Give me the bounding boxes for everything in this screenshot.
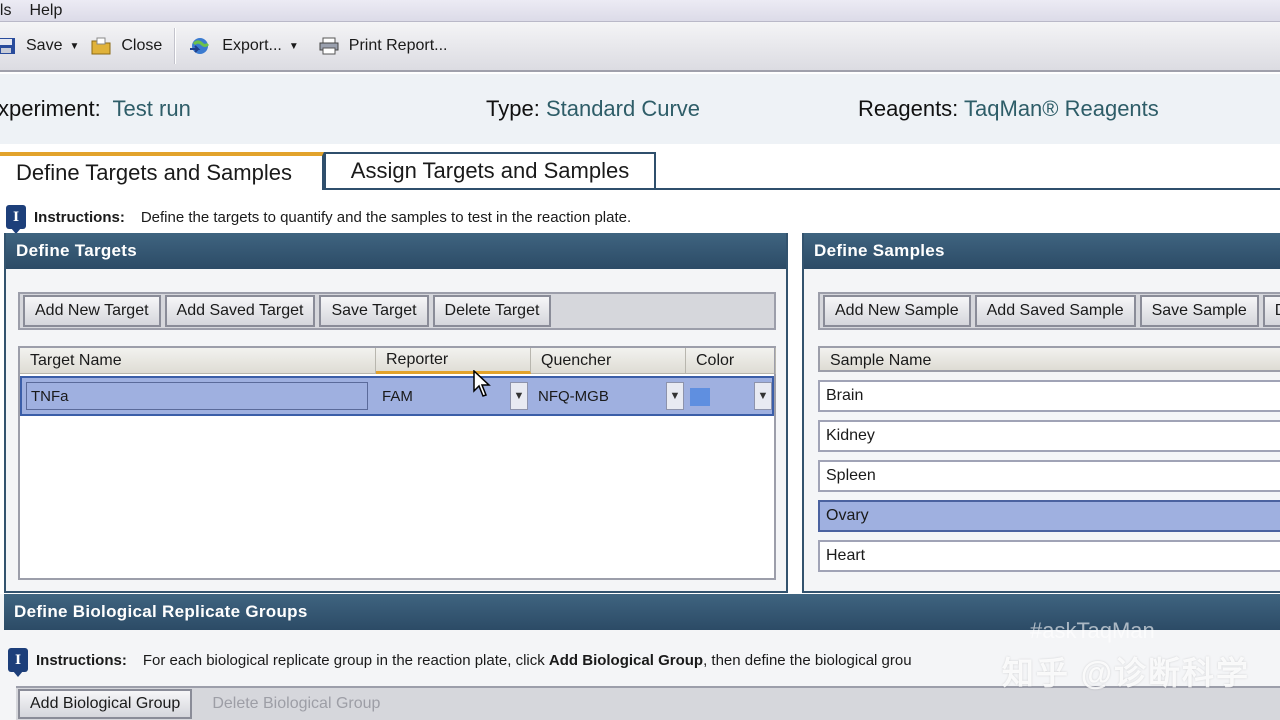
close-label: Close: [121, 37, 163, 54]
tab-assign-targets-samples[interactable]: Assign Targets and Samples: [324, 152, 656, 188]
toolbar-divider: [174, 28, 177, 64]
samples-table-header: Sample Name: [818, 346, 1280, 372]
target-name-input[interactable]: TNFa: [26, 382, 368, 410]
define-targets-title: Define Targets: [6, 233, 786, 269]
delete-sample-button[interactable]: D: [1262, 295, 1280, 327]
list-item[interactable]: Brain: [818, 380, 1280, 412]
mouse-cursor-icon: [473, 370, 491, 397]
menu-bar: ols Help: [0, 0, 1280, 22]
info-icon: I: [8, 648, 28, 677]
info-icon: I: [6, 205, 26, 234]
instructions-label: Instructions:: [34, 208, 125, 226]
targets-table-header: Target Name Reporter Quencher Color: [20, 348, 776, 374]
folder-icon: [91, 37, 111, 55]
add-biological-group-button[interactable]: Add Biological Group: [18, 689, 193, 719]
samples-table: Sample Name Brain Kidney Spleen Ovary He…: [818, 346, 1280, 580]
export-button[interactable]: Export... ▼: [182, 28, 304, 64]
column-color[interactable]: Color: [686, 348, 776, 374]
chevron-down-icon: ▼: [288, 40, 299, 52]
experiment-name: xperiment: Test run: [0, 96, 191, 121]
samples-button-bar: Add New Sample Add Saved Sample Save Sam…: [818, 292, 1280, 330]
chevron-down-icon[interactable]: ▼: [754, 382, 772, 410]
column-sample-name[interactable]: Sample Name: [820, 348, 1280, 374]
save-target-button[interactable]: Save Target: [319, 295, 429, 327]
print-report-label: Print Report...: [348, 37, 448, 54]
column-quencher[interactable]: Quencher: [531, 348, 686, 374]
instructions-text: Define the targets to quantify and the s…: [140, 208, 632, 226]
chevron-down-icon[interactable]: ▼: [510, 382, 528, 410]
column-reporter[interactable]: Reporter: [376, 348, 531, 374]
experiment-reagents: Reagents: TaqMan® Reagents: [858, 96, 1159, 121]
print-report-button[interactable]: Print Report...: [313, 28, 454, 64]
targets-table: Target Name Reporter Quencher Color TNFa…: [18, 346, 776, 580]
menu-help[interactable]: Help: [29, 2, 62, 20]
chevron-down-icon: ▼: [69, 40, 80, 52]
globe-export-icon: [190, 38, 210, 54]
bio-instructions-text: For each biological replicate group in t…: [142, 651, 912, 669]
instructions: I Instructions: Define the targets to qu…: [6, 205, 632, 234]
save-label: Save: [26, 37, 63, 54]
save-sample-button[interactable]: Save Sample: [1139, 295, 1259, 327]
delete-target-button[interactable]: Delete Target: [432, 295, 552, 327]
add-new-sample-button[interactable]: Add New Sample: [823, 295, 971, 327]
experiment-type: Type: Standard Curve: [486, 96, 701, 121]
add-new-target-button[interactable]: Add New Target: [23, 295, 161, 327]
toolbar: Save ▼ Close Export... ▼ Print Report...: [0, 22, 1280, 72]
save-button[interactable]: Save ▼: [0, 28, 85, 64]
watermark-faint: #askTaqMan: [1030, 618, 1155, 643]
menu-tools[interactable]: ols: [0, 2, 11, 20]
save-icon: [0, 38, 15, 54]
list-item[interactable]: Spleen: [818, 460, 1280, 492]
table-row[interactable]: TNFa FAM ▼ NFQ-MGB ▼ ▼: [20, 376, 774, 416]
bio-instructions-label: Instructions:: [36, 651, 127, 669]
define-samples-panel: Define Samples Add New Sample Add Saved …: [802, 233, 1280, 593]
list-item[interactable]: Kidney: [818, 420, 1280, 452]
chevron-down-icon[interactable]: ▼: [666, 382, 684, 410]
list-item[interactable]: Heart: [818, 540, 1280, 572]
tab-bar: Define Targets and Samples Assign Target…: [0, 152, 1280, 190]
add-saved-target-button[interactable]: Add Saved Target: [164, 295, 316, 327]
bio-groups-instructions: I Instructions: For each biological repl…: [8, 648, 912, 677]
experiment-header: xperiment: Test run Type: Standard Curve…: [0, 74, 1280, 144]
watermark: 知乎 @诊断科学: [1001, 655, 1250, 691]
define-targets-panel: Define Targets Add New Target Add Saved …: [4, 233, 788, 593]
tab-define-targets-samples[interactable]: Define Targets and Samples: [0, 152, 324, 190]
column-target-name[interactable]: Target Name: [20, 348, 376, 374]
delete-biological-group-button: Delete Biological Group: [212, 695, 381, 712]
close-button[interactable]: Close: [85, 28, 168, 64]
targets-button-bar: Add New Target Add Saved Target Save Tar…: [18, 292, 776, 330]
printer-icon: [319, 37, 339, 55]
define-samples-title: Define Samples: [804, 233, 1280, 269]
quencher-select[interactable]: NFQ-MGB: [534, 380, 664, 412]
export-label: Export...: [222, 37, 282, 54]
add-saved-sample-button[interactable]: Add Saved Sample: [974, 295, 1136, 327]
list-item-selected[interactable]: Ovary: [818, 500, 1280, 532]
color-swatch[interactable]: [690, 388, 710, 406]
